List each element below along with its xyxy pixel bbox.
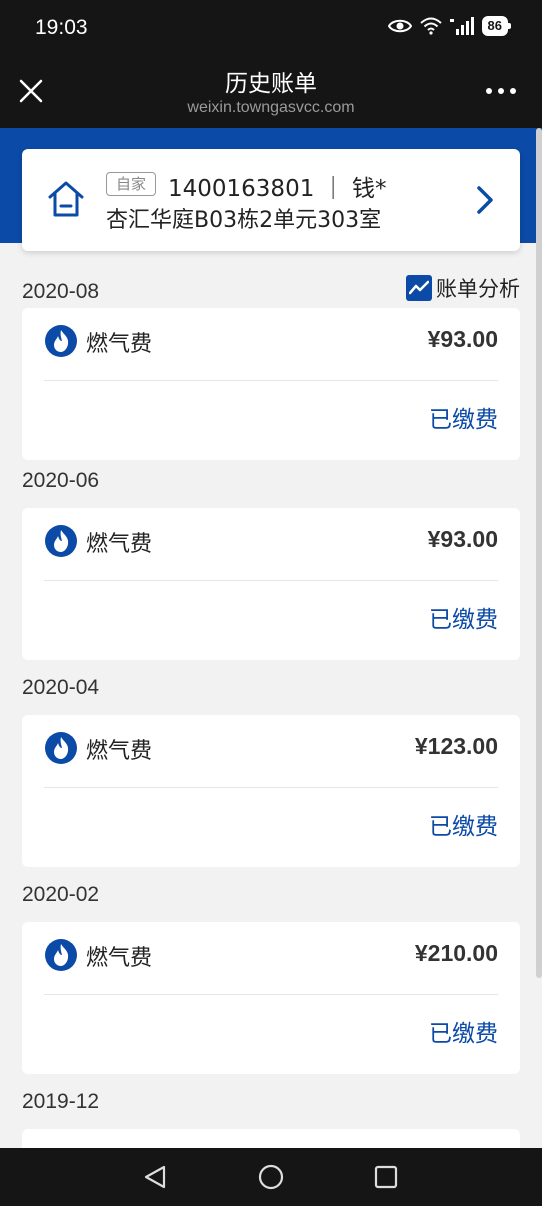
fee-amount: ¥123.00	[414, 733, 498, 759]
bill-month: 2020-08	[22, 280, 100, 303]
scrollbar[interactable]	[536, 128, 542, 978]
more-menu-button[interactable]	[486, 88, 516, 94]
page-title: 历史账单	[225, 71, 317, 97]
bill-month: 2020-06	[22, 469, 100, 492]
payment-status[interactable]: 已缴费	[429, 1014, 498, 1048]
payment-status[interactable]: 已缴费	[429, 600, 498, 634]
account-number: 1400163801 ｜ 钱*	[168, 176, 387, 202]
wifi-icon	[419, 17, 442, 35]
trend-chart-icon	[406, 275, 432, 301]
account-tag: 自家	[106, 172, 157, 196]
title-bar: 历史账单 weixin.towngasvcc.com	[0, 56, 542, 128]
bill-card[interactable]: 燃气费 ¥210.00 已缴费	[22, 922, 520, 1074]
more-dot	[510, 88, 516, 94]
bill-card[interactable]: 燃气费 ¥93.00 已缴费	[22, 508, 520, 660]
fee-name: 燃气费	[86, 946, 153, 971]
gas-flame-icon	[44, 524, 78, 558]
bill-card[interactable]: 燃气费 ¥123.00 已缴费	[22, 715, 520, 867]
payment-status[interactable]: 已缴费	[429, 807, 498, 841]
divider	[44, 994, 498, 995]
more-dot	[486, 88, 492, 94]
home-circle-icon[interactable]	[258, 1164, 284, 1194]
fee-amount: ¥93.00	[427, 526, 498, 552]
account-address: 杏汇华庭B03栋2单元303室	[106, 208, 382, 233]
bill-analysis-button[interactable]: 账单分析	[406, 273, 520, 303]
gas-flame-icon	[44, 731, 78, 765]
page-url: weixin.towngasvcc.com	[187, 99, 355, 116]
signal-icon	[449, 17, 474, 35]
bill-month: 2019-12	[22, 1090, 100, 1113]
bill-card[interactable]	[22, 1129, 520, 1148]
bill-month: 2020-04	[22, 676, 100, 699]
fee-name: 燃气费	[86, 332, 153, 357]
bill-month: 2020-02	[22, 883, 100, 906]
eye-icon	[387, 18, 412, 34]
status-bar: 19:03 86	[0, 0, 542, 56]
divider	[44, 580, 498, 581]
home-icon	[46, 179, 86, 223]
fee-amount: ¥210.00	[414, 940, 498, 966]
system-nav-bar	[0, 1148, 542, 1206]
status-icons: 86	[387, 16, 512, 36]
account-card[interactable]: 自家 1400163801 ｜ 钱* 杏汇华庭B03栋2单元303室	[22, 149, 520, 251]
fee-name: 燃气费	[86, 739, 153, 764]
fee-name: 燃气费	[86, 532, 153, 557]
bill-analysis-label: 账单分析	[436, 277, 520, 301]
battery-icon: 86	[481, 16, 512, 36]
divider	[44, 787, 498, 788]
divider	[44, 380, 498, 381]
back-triangle-icon[interactable]	[142, 1164, 168, 1194]
more-dot	[498, 88, 504, 94]
status-time: 19:03	[35, 16, 88, 39]
fee-amount: ¥93.00	[427, 326, 498, 352]
chevron-right-icon	[476, 185, 494, 219]
payment-status[interactable]: 已缴费	[429, 400, 498, 434]
gas-flame-icon	[44, 938, 78, 972]
recents-square-icon[interactable]	[373, 1164, 399, 1194]
bill-card[interactable]: 燃气费 ¥93.00 已缴费	[22, 308, 520, 460]
gas-flame-icon	[44, 324, 78, 358]
